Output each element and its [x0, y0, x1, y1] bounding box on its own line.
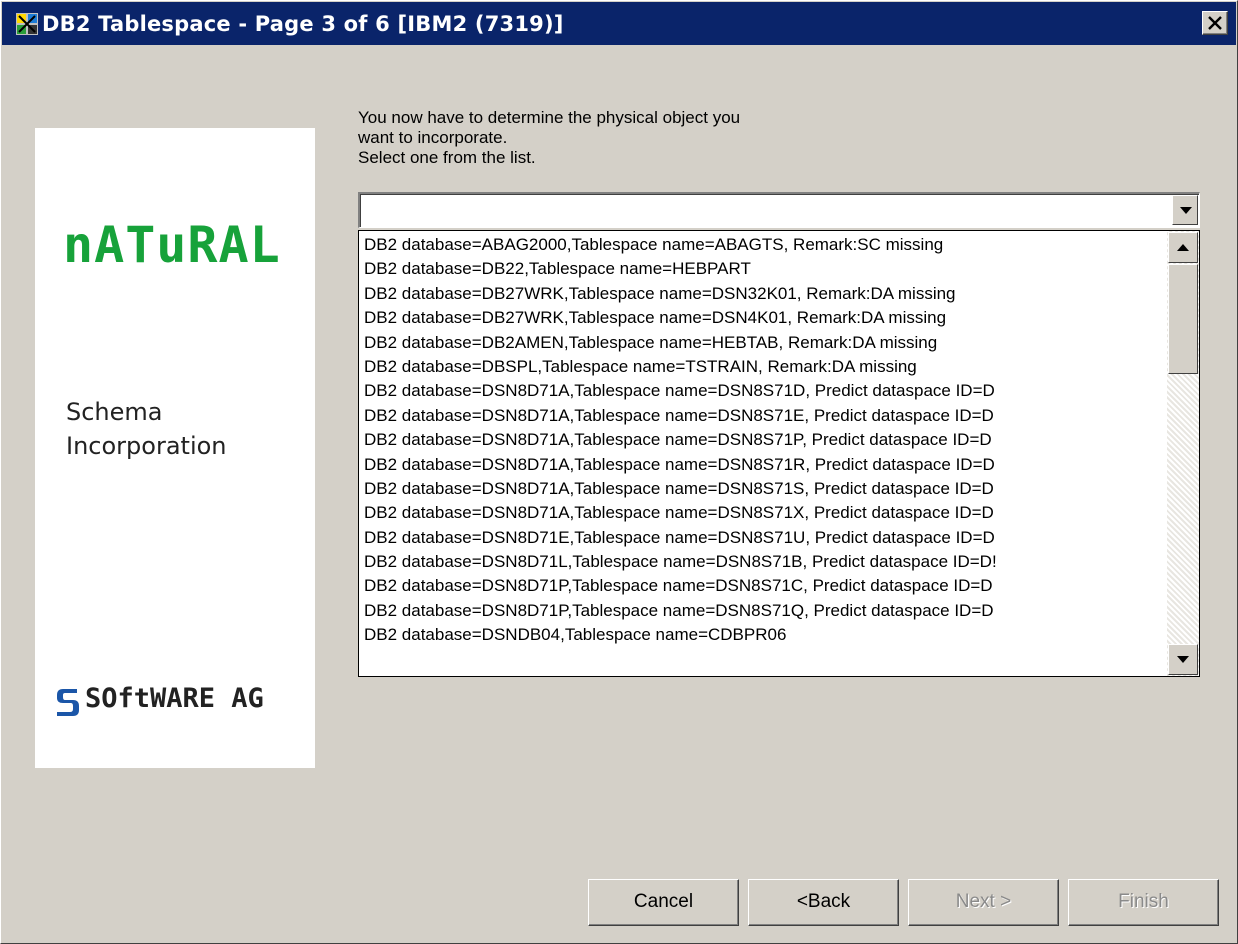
natural-logo: nATuRAL — [63, 216, 281, 274]
software-ag-wordmark: SOftWARE AG — [85, 683, 264, 714]
next-button[interactable]: Next > — [908, 879, 1059, 926]
list-item[interactable]: DB2 database=DSN8D71P,Tablespace name=DS… — [359, 574, 1169, 598]
title-bar[interactable]: DB2 Tablespace - Page 3 of 6 [IBM2 (7319… — [2, 2, 1236, 45]
tablespace-list-items: DB2 database=ABAG2000,Tablespace name=AB… — [359, 233, 1169, 673]
list-item[interactable]: DB2 database=DSN8D71A,Tablespace name=DS… — [359, 428, 1169, 452]
chevron-down-icon — [1180, 207, 1192, 214]
list-item[interactable]: DB2 database=DBSPL,Tablespace name=TSTRA… — [359, 355, 1169, 379]
branding-panel: nATuRAL Schema Incorporation SOftWARE AG — [35, 128, 315, 768]
branding-subtitle-line2: Incorporation — [66, 432, 227, 460]
list-item[interactable]: DB2 database=DSN8D71L,Tablespace name=DS… — [359, 550, 1169, 574]
instruction-line1: You now have to determine the physical o… — [358, 108, 741, 127]
cancel-button[interactable]: Cancel — [588, 879, 739, 926]
close-button[interactable] — [1202, 11, 1228, 35]
vertical-scrollbar[interactable] — [1167, 231, 1199, 676]
combobox-dropdown-button[interactable] — [1172, 195, 1198, 225]
list-item[interactable]: DB2 database=DB2AMEN,Tablespace name=HEB… — [359, 331, 1169, 355]
list-item[interactable]: DB2 database=DSN8D71P,Tablespace name=DS… — [359, 599, 1169, 623]
scroll-up-button[interactable] — [1168, 232, 1198, 263]
wizard-app-icon[interactable] — [16, 13, 38, 35]
list-item[interactable]: DB2 database=DSN8D71A,Tablespace name=DS… — [359, 501, 1169, 525]
tablespace-combobox[interactable] — [358, 192, 1200, 228]
finish-button[interactable]: Finish — [1068, 879, 1219, 926]
instruction-line3: Select one from the list. — [358, 148, 536, 167]
list-item[interactable]: DB2 database=DSNDB04,Tablespace name=CDB… — [359, 623, 1169, 647]
scroll-thumb[interactable] — [1168, 264, 1198, 374]
list-item[interactable]: DB2 database=ABAG2000,Tablespace name=AB… — [359, 233, 1169, 257]
close-icon — [1208, 16, 1222, 30]
list-item[interactable]: DB2 database=DSN8D71A,Tablespace name=DS… — [359, 404, 1169, 428]
tablespace-list[interactable]: DB2 database=ABAG2000,Tablespace name=AB… — [358, 230, 1200, 677]
list-item[interactable]: DB2 database=DSN8D71E,Tablespace name=DS… — [359, 526, 1169, 550]
list-item[interactable]: DB2 database=DSN8D71A,Tablespace name=DS… — [359, 477, 1169, 501]
tablespace-combobox-input[interactable] — [362, 196, 1162, 224]
instruction-line2: want to incorporate. — [358, 128, 508, 147]
list-item[interactable]: DB2 database=DB27WRK,Tablespace name=DSN… — [359, 306, 1169, 330]
list-item[interactable]: DB2 database=DB22,Tablespace name=HEBPAR… — [359, 257, 1169, 281]
wizard-window: DB2 Tablespace - Page 3 of 6 [IBM2 (7319… — [0, 0, 1238, 944]
scroll-down-button[interactable] — [1168, 644, 1198, 675]
arrow-up-icon — [1177, 244, 1189, 251]
software-ag-mark-icon — [57, 689, 79, 716]
back-button[interactable]: <Back — [748, 879, 899, 926]
list-item[interactable]: DB2 database=DSN8D71A,Tablespace name=DS… — [359, 379, 1169, 403]
window-title: DB2 Tablespace - Page 3 of 6 [IBM2 (7319… — [42, 12, 564, 36]
instructions: You now have to determine the physical o… — [358, 108, 740, 168]
branding-subtitle-line1: Schema — [66, 398, 163, 426]
list-item[interactable]: DB2 database=DSN8D71A,Tablespace name=DS… — [359, 453, 1169, 477]
arrow-down-icon — [1177, 656, 1189, 663]
list-item[interactable]: DB2 database=DB27WRK,Tablespace name=DSN… — [359, 282, 1169, 306]
